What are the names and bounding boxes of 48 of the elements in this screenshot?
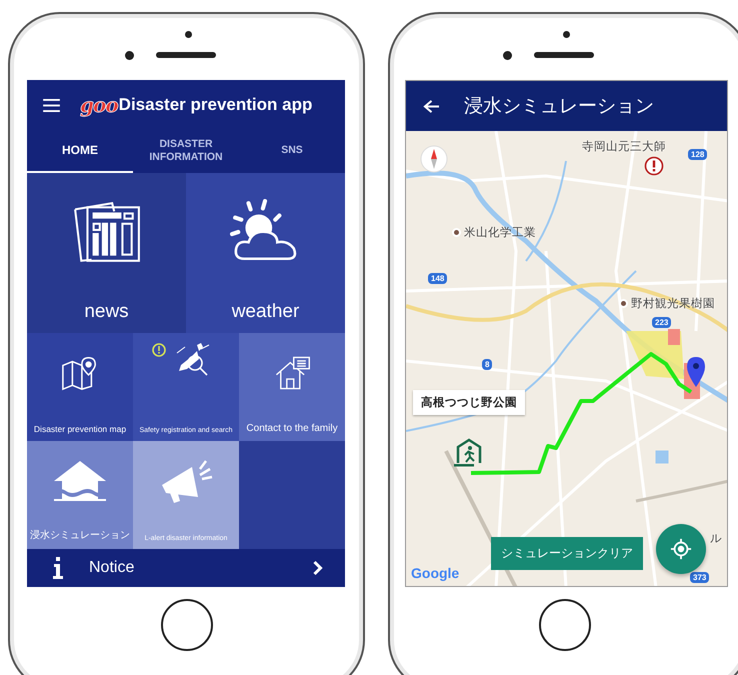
sensor-icon — [503, 50, 512, 60]
menu-tile[interactable]: Disaster prevention map — [27, 333, 133, 441]
notice-bar[interactable]: Notice — [27, 549, 345, 587]
info-icon — [53, 557, 63, 579]
warning-icon — [644, 156, 664, 176]
menu-tile[interactable]: weather — [186, 173, 345, 333]
chevron-right-icon — [312, 560, 323, 576]
compass-icon[interactable] — [420, 145, 448, 173]
tile-label: Contact to the family — [246, 423, 338, 434]
location-target-icon — [670, 538, 692, 560]
app-title: Disaster prevention app — [118, 95, 312, 115]
speaker-icon — [156, 52, 216, 58]
app-logo: goo — [80, 93, 118, 117]
route-number-badge: 373 — [690, 572, 710, 583]
home-button[interactable] — [539, 599, 591, 651]
place-label: 米山化学工業 — [452, 225, 536, 240]
route-number-badge: 148 — [428, 273, 448, 284]
camera-icon — [185, 31, 192, 38]
route-number-badge: 8 — [482, 359, 492, 370]
map-attribution: Google — [411, 565, 460, 581]
route-number-badge: 128 — [688, 149, 708, 160]
menu-tile[interactable]: news — [27, 173, 186, 333]
evacuation-shelter-icon — [454, 437, 484, 467]
menu-icon[interactable] — [43, 98, 60, 112]
map-pin-icon — [686, 356, 706, 388]
notice-label: Notice — [89, 559, 136, 577]
tile-label: weather — [232, 301, 300, 323]
place-label: 野村観光果樹園 — [619, 296, 715, 311]
tile-label: news — [84, 301, 129, 323]
tile-label: 浸水シミュレーション — [30, 528, 130, 542]
tab[interactable]: DISASTER INFORMATION — [133, 130, 239, 173]
clear-simulation-button[interactable]: シミュレーションクリア — [491, 537, 643, 570]
place-callout: 高根つつじ野公園 — [413, 390, 525, 415]
camera-icon — [563, 31, 570, 38]
route-number-badge: 223 — [652, 317, 672, 328]
tile-label: Disaster prevention map — [34, 424, 126, 434]
map-pin-icon — [61, 355, 99, 391]
place-label: ル — [710, 532, 722, 546]
menu-tile[interactable]: 浸水シミュレーション — [27, 441, 133, 549]
speaker-icon — [534, 52, 594, 58]
place-label: 寺岡山元三大師 — [582, 140, 666, 154]
house-message-icon — [273, 355, 311, 391]
screen-title: 浸水シミュレーション — [464, 95, 654, 119]
sensor-icon — [125, 50, 134, 60]
back-arrow-icon[interactable] — [423, 98, 440, 114]
home-button[interactable] — [161, 599, 213, 651]
menu-tile[interactable]: Contact to the family — [239, 333, 345, 441]
tab[interactable]: SNS — [239, 130, 345, 173]
